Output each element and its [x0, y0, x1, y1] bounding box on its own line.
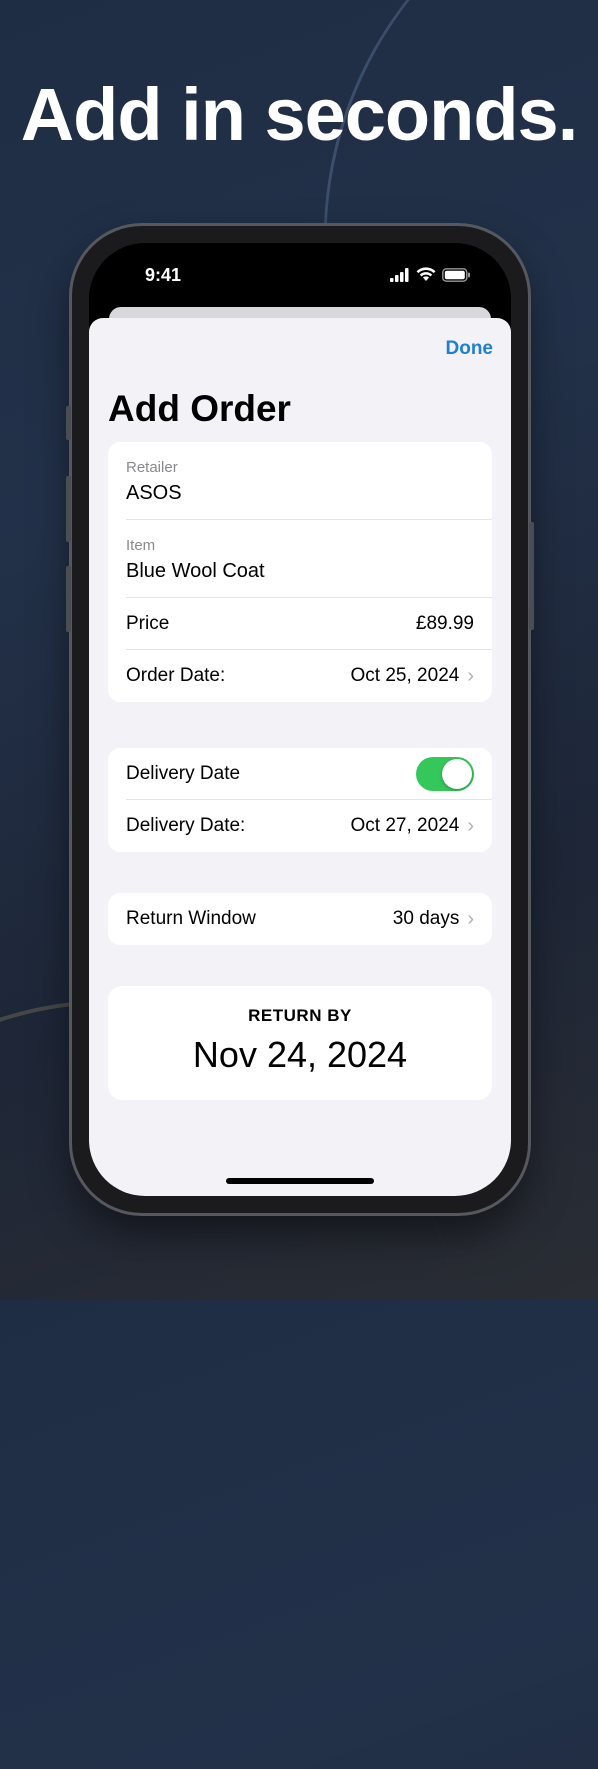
order-date-label: Order Date:: [126, 665, 226, 686]
battery-icon: [442, 267, 470, 282]
side-button: [529, 522, 534, 630]
volume-down-button: [66, 566, 71, 632]
return-window-value: 30 days: [392, 908, 460, 929]
delivery-date-label: Delivery Date:: [126, 815, 246, 836]
delivery-date-value: Oct 27, 2024: [350, 815, 460, 836]
order-date-picker[interactable]: Oct 25, 2024 ›: [351, 665, 474, 688]
order-details-group: Retailer ASOS Item Blue Wool Coat Price …: [108, 442, 492, 702]
return-by-date: Nov 24, 2024: [192, 1034, 408, 1075]
return-window-group: Return Window 30 days ›: [108, 893, 492, 945]
item-value[interactable]: Blue Wool Coat: [126, 554, 474, 598]
home-indicator[interactable]: [226, 1178, 374, 1184]
phone-frame: 9:41 Done Add Order Retailer ASOS Item B…: [66, 226, 534, 1213]
status-icons: [390, 267, 471, 282]
delivery-toggle-label: Delivery Date: [126, 763, 241, 784]
toggle-knob: [442, 759, 472, 789]
chevron-right-icon: ›: [467, 664, 474, 687]
order-date-row[interactable]: Order Date: Oct 25, 2024 ›: [108, 650, 492, 702]
status-time: 9:41: [145, 265, 182, 285]
item-field[interactable]: Item Blue Wool Coat: [108, 520, 492, 598]
price-field[interactable]: Price £89.99: [108, 598, 492, 650]
order-date-value: Oct 25, 2024: [350, 665, 460, 686]
price-value[interactable]: £89.99: [416, 613, 474, 635]
retailer-value[interactable]: ASOS: [126, 476, 474, 520]
delivery-toggle-row: Delivery Date: [108, 748, 492, 800]
price-label: Price: [126, 613, 170, 634]
chevron-right-icon: ›: [467, 907, 474, 930]
phone-screen: 9:41 Done Add Order Retailer ASOS Item B…: [89, 243, 511, 1196]
signal-icon: [390, 267, 409, 282]
return-window-row[interactable]: Return Window 30 days ›: [108, 893, 492, 945]
volume-up-button: [66, 476, 71, 542]
mute-switch: [66, 406, 71, 440]
delivery-group: Delivery Date Delivery Date: Oct 27, 202…: [108, 748, 492, 852]
dynamic-island: [239, 259, 361, 295]
item-label: Item: [126, 537, 156, 554]
delivery-date-toggle[interactable]: [416, 757, 474, 791]
retailer-field[interactable]: Retailer ASOS: [108, 442, 492, 520]
delivery-date-picker[interactable]: Oct 27, 2024 ›: [351, 815, 474, 838]
status-bar: 9:41: [89, 243, 511, 313]
return-window-picker[interactable]: 30 days ›: [393, 908, 474, 931]
return-by-label: RETURN BY: [248, 1006, 352, 1025]
chevron-right-icon: ›: [467, 814, 474, 837]
retailer-label: Retailer: [126, 459, 178, 476]
wifi-icon: [416, 267, 436, 281]
return-by-card: RETURN BY Nov 24, 2024: [108, 986, 492, 1100]
add-order-sheet: Done Add Order Retailer ASOS Item Blue W…: [89, 318, 511, 1196]
delivery-date-row[interactable]: Delivery Date: Oct 27, 2024 ›: [108, 800, 492, 852]
page-title: Add Order: [108, 388, 291, 429]
headline: Add in seconds.: [20, 73, 579, 156]
done-button[interactable]: Done: [446, 338, 494, 360]
return-window-label: Return Window: [126, 908, 256, 929]
